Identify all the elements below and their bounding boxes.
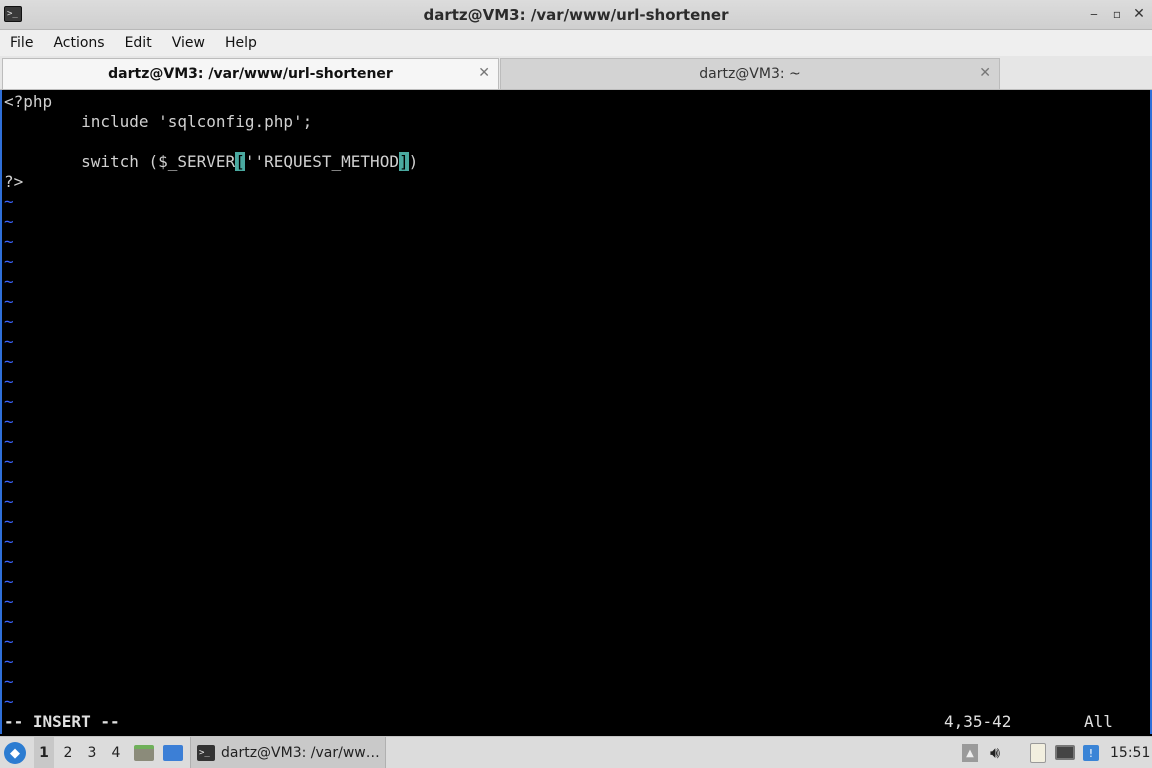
empty-line-tilde: ~ [4, 412, 14, 431]
menu-edit[interactable]: Edit [115, 35, 162, 51]
empty-line-tilde: ~ [4, 252, 14, 271]
empty-line-tilde: ~ [4, 552, 14, 571]
tray-expand-icon[interactable]: ▲ [962, 744, 978, 762]
scroll-position: All [1084, 712, 1113, 731]
empty-line-tilde: ~ [4, 692, 14, 711]
terminal-app-icon: >_ [4, 6, 22, 22]
empty-line-tilde: ~ [4, 192, 14, 211]
volume-icon[interactable]: 🔊︎ [990, 737, 1000, 768]
empty-line-tilde: ~ [4, 372, 14, 391]
file-manager-icon[interactable] [134, 745, 154, 761]
bracket-match-highlight: [ [235, 152, 245, 171]
tab-close-icon[interactable]: ✕ [979, 65, 991, 81]
code-segment: ) [408, 152, 419, 171]
vim-status-line: -- INSERT -- 4,35-42 All [4, 712, 1150, 732]
close-window-button[interactable]: ✕ [1131, 6, 1147, 22]
cursor-position: 4,35-42 [944, 712, 1012, 731]
empty-line-tilde: ~ [4, 612, 14, 631]
empty-line-tilde: ~ [4, 572, 14, 591]
minimize-button[interactable]: ‒ [1086, 6, 1102, 22]
code-segment: switch ($_SERVER [4, 152, 236, 171]
tab-close-icon[interactable]: ✕ [478, 65, 490, 81]
update-notifier-icon[interactable]: ! [1083, 745, 1099, 761]
clock[interactable]: 15:51 [1110, 737, 1150, 768]
taskbar: ◆ 1 2 3 4 >_ dartz@VM3: /var/ww… ▲ 🔊︎ ! … [0, 736, 1152, 768]
workspace-1[interactable]: 1 [34, 737, 54, 768]
terminal-icon: >_ [197, 745, 215, 761]
workspace-4[interactable]: 4 [106, 737, 126, 768]
empty-line-tilde: ~ [4, 352, 14, 371]
task-label: dartz@VM3: /var/ww… [221, 745, 380, 761]
window-title: dartz@VM3: /var/www/url-shortener [423, 5, 729, 24]
start-menu-icon[interactable]: ◆ [4, 742, 26, 764]
empty-line-tilde: ~ [4, 532, 14, 551]
empty-line-tilde: ~ [4, 312, 14, 331]
empty-line-tilde: ~ [4, 272, 14, 291]
empty-line-tilde: ~ [4, 672, 14, 691]
empty-line-tilde: ~ [4, 472, 14, 491]
terminal-view[interactable]: <?php include 'sqlconfig.php'; switch ($… [0, 90, 1152, 734]
show-desktop-icon[interactable] [163, 745, 183, 761]
mode-indicator: -- INSERT -- [4, 712, 120, 731]
empty-line-tilde: ~ [4, 452, 14, 471]
code-line-1: <?php [4, 92, 53, 111]
menu-view[interactable]: View [162, 35, 215, 51]
workspace-3[interactable]: 3 [82, 737, 102, 768]
menubar: File Actions Edit View Help [0, 30, 1152, 56]
empty-line-tilde: ~ [4, 432, 14, 451]
code-line-2: include 'sqlconfig.php'; [4, 112, 313, 131]
empty-line-tilde: ~ [4, 212, 14, 231]
tab-url-shortener[interactable]: dartz@VM3: /var/www/url-shortener ✕ [2, 58, 499, 89]
empty-line-tilde: ~ [4, 232, 14, 251]
window-titlebar[interactable]: >_ dartz@VM3: /var/www/url-shortener ‒ ▫… [0, 0, 1152, 30]
empty-line-tilde: ~ [4, 392, 14, 411]
clipboard-icon[interactable] [1030, 743, 1046, 763]
empty-line-tilde: ~ [4, 512, 14, 531]
menu-help[interactable]: Help [215, 35, 267, 51]
empty-line-tilde: ~ [4, 592, 14, 611]
empty-line-tilde: ~ [4, 652, 14, 671]
code-line-5: ?> [4, 172, 24, 191]
text-cursor: ] [398, 152, 409, 171]
taskbar-terminal-task[interactable]: >_ dartz@VM3: /var/ww… [190, 737, 386, 768]
empty-line-tilde: ~ [4, 632, 14, 651]
code-segment: ''REQUEST_METHOD [244, 152, 399, 171]
network-icon[interactable] [1055, 745, 1075, 760]
tab-label: dartz@VM3: ~ [699, 66, 801, 82]
code-line-4: switch ($_SERVER[''REQUEST_METHOD]) [4, 152, 418, 172]
menu-actions[interactable]: Actions [43, 35, 114, 51]
tab-home[interactable]: dartz@VM3: ~ ✕ [500, 58, 1000, 89]
maximize-button[interactable]: ▫ [1109, 6, 1125, 22]
empty-line-tilde: ~ [4, 292, 14, 311]
tab-bar: dartz@VM3: /var/www/url-shortener ✕ dart… [0, 56, 1152, 90]
tab-label: dartz@VM3: /var/www/url-shortener [108, 66, 393, 82]
menu-file[interactable]: File [0, 35, 43, 51]
empty-line-tilde: ~ [4, 332, 14, 351]
empty-line-tilde: ~ [4, 492, 14, 511]
workspace-2[interactable]: 2 [58, 737, 78, 768]
